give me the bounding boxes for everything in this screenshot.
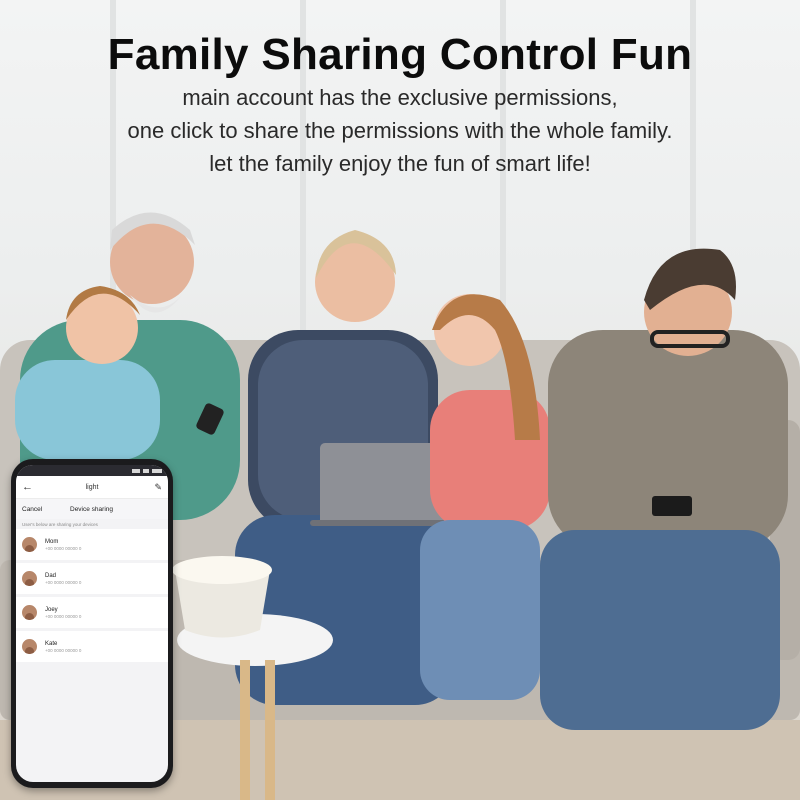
member-number: +00 0000 00000 0: [45, 613, 82, 619]
member-row-kate[interactable]: Kate +00 0000 00000 0: [16, 631, 168, 662]
sharing-hint: User's below are sharing your devices: [22, 522, 98, 527]
member-row-dad[interactable]: Dad +00 0000 00000 0: [16, 563, 168, 594]
sharing-title: Device sharing: [70, 505, 113, 513]
avatar: [22, 571, 37, 586]
headline-block: Family Sharing Control Fun main account …: [0, 30, 800, 179]
headline-title: Family Sharing Control Fun: [107, 30, 693, 79]
headline-line-1: main account has the exclusive permissio…: [182, 85, 618, 110]
headline-line-2: one click to share the permissions with …: [127, 118, 673, 143]
avatar: [22, 605, 37, 620]
avatar: [22, 537, 37, 552]
member-number: +00 0000 00000 0: [45, 579, 82, 585]
member-name: Mom: [45, 538, 59, 545]
member-name: Joey: [45, 606, 58, 613]
cancel-button[interactable]: Cancel: [22, 506, 70, 513]
headline-line-3: let the family enjoy the fun of smart li…: [209, 151, 591, 176]
boy-figure: [15, 286, 160, 460]
app-topbar: ← light ✎: [16, 476, 168, 499]
battery-icon: [152, 468, 162, 473]
topbar-title: light: [85, 483, 99, 491]
sharing-header: Cancel Device sharing: [16, 499, 168, 519]
product-banner: Family Sharing Control Fun main account …: [0, 0, 800, 800]
wifi-icon: [143, 468, 149, 473]
status-bar: [16, 465, 168, 476]
phone-mockup: ← light ✎ Cancel Device sharing User's b…: [11, 459, 173, 788]
member-name: Dad: [45, 572, 57, 579]
member-row-mom[interactable]: Mom +00 0000 00000 0: [16, 529, 168, 560]
member-number: +00 0000 00000 0: [45, 647, 82, 653]
member-row-joey[interactable]: Joey +00 0000 00000 0: [16, 597, 168, 628]
avatar: [22, 639, 37, 654]
phone-screen: ← light ✎ Cancel Device sharing User's b…: [16, 465, 168, 782]
member-number: +00 0000 00000 0: [45, 545, 82, 551]
signal-icon: [132, 468, 140, 473]
dad-figure: [540, 248, 788, 730]
member-name: Kate: [45, 640, 58, 647]
